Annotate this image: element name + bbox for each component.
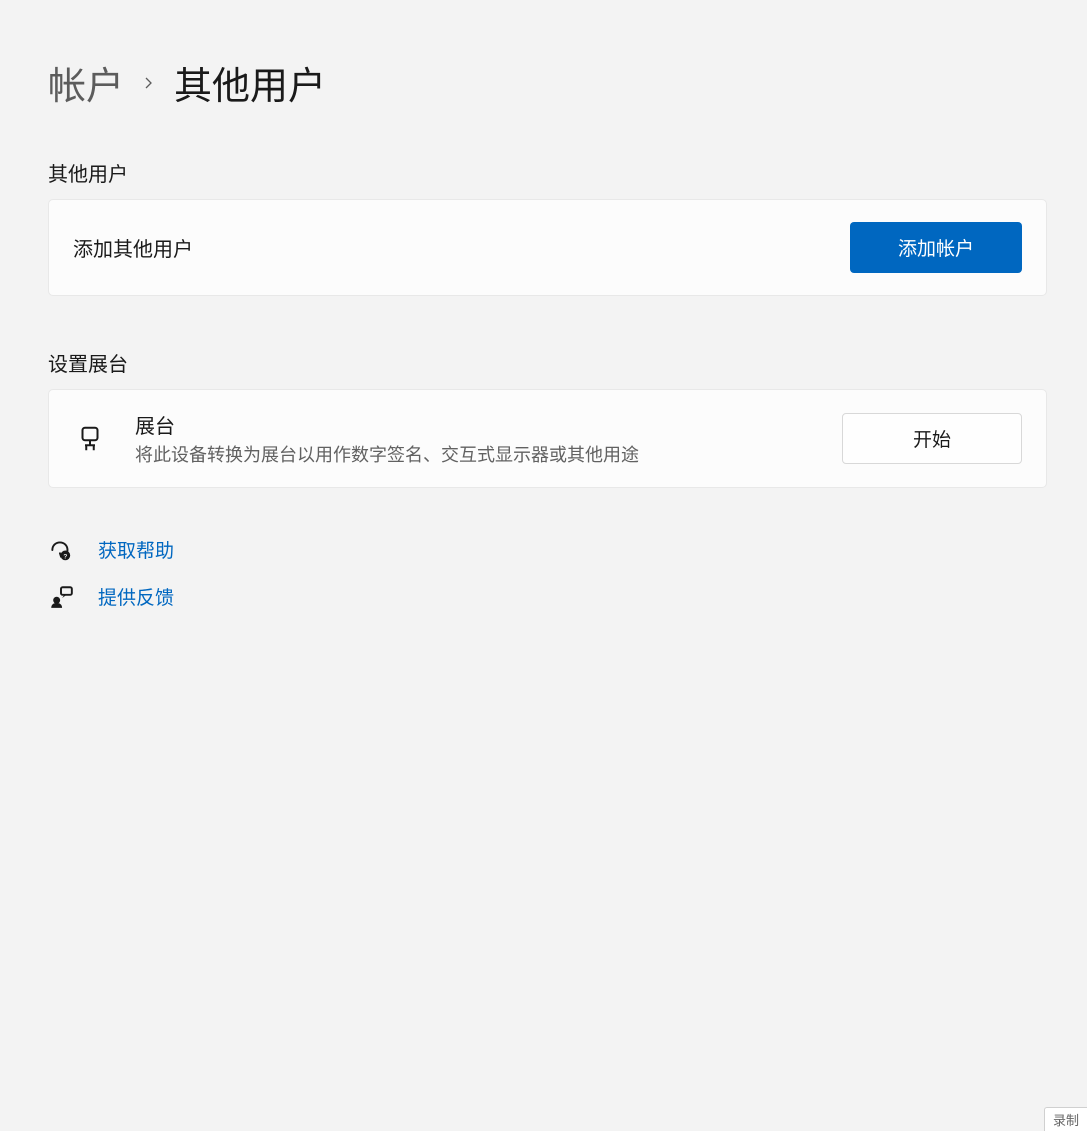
svg-text:?: ? [63,553,67,560]
kiosk-start-button[interactable]: 开始 [842,413,1022,464]
breadcrumb-current: 其他用户 [174,55,326,110]
breadcrumb: 帐户 其他用户 [48,55,1047,110]
section-header-kiosk: 设置展台 [48,348,1047,377]
section-header-other-users: 其他用户 [48,158,1047,187]
kiosk-title: 展台 [135,410,814,439]
help-icon: ? [48,537,74,563]
feedback-label: 提供反馈 [98,583,174,610]
breadcrumb-parent[interactable]: 帐户 [48,55,124,110]
feedback-link[interactable]: 提供反馈 [48,583,1047,610]
recording-badge: 录制 [1044,1107,1087,1131]
get-help-link[interactable]: ? 获取帮助 [48,536,1047,563]
kiosk-icon [73,422,107,456]
add-other-user-card: 添加其他用户 添加帐户 [48,199,1047,296]
kiosk-card: 展台 将此设备转换为展台以用作数字签名、交互式显示器或其他用途 开始 [48,389,1047,488]
chevron-right-icon [142,76,156,90]
add-other-user-label: 添加其他用户 [73,233,193,262]
add-account-button[interactable]: 添加帐户 [850,222,1022,273]
get-help-label: 获取帮助 [98,536,174,563]
feedback-icon [48,584,74,610]
kiosk-description: 将此设备转换为展台以用作数字签名、交互式显示器或其他用途 [135,441,814,467]
